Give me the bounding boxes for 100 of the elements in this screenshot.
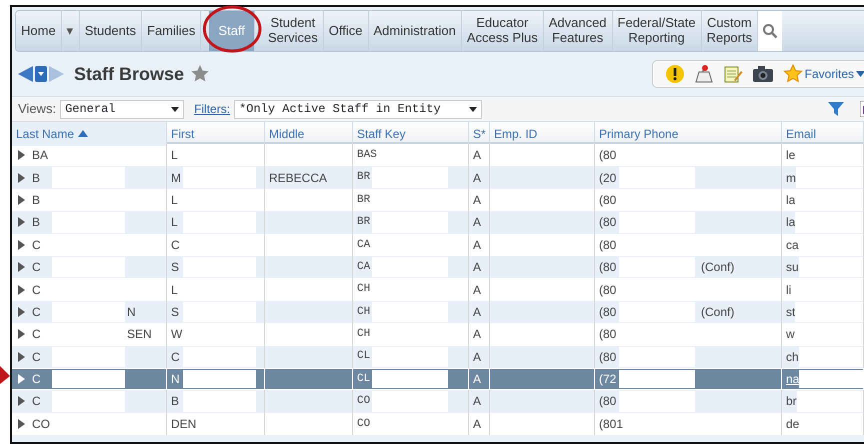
- expand-icon[interactable]: [18, 352, 25, 362]
- table-cell-text: CH: [357, 282, 372, 298]
- table-row[interactable]: B L BR A (80 la: [12, 188, 864, 212]
- table-cell-text: (80: [599, 259, 618, 276]
- column-header[interactable]: S*: [469, 122, 490, 146]
- expand-icon[interactable]: [18, 194, 25, 205]
- table-cell-text: REBECCA: [269, 170, 328, 187]
- table-cell-text: N: [171, 371, 181, 388]
- favorites-menu[interactable]: Favorites: [782, 64, 864, 84]
- table-row[interactable]: C SEN W CH A (80 w: [12, 323, 864, 346]
- table-cell-text: N: [127, 304, 136, 321]
- table-cell-text: BR: [357, 170, 372, 186]
- table-cell-text: BR: [357, 192, 372, 208]
- table-cell-text: (72: [599, 371, 618, 388]
- table-cell-text: CL: [357, 372, 372, 387]
- expand-icon[interactable]: [18, 284, 25, 295]
- column-header[interactable]: Primary Phone: [595, 122, 782, 146]
- table-cell-text: C: [32, 282, 42, 299]
- caret-icon: [856, 71, 864, 77]
- table-cell-text: C: [32, 348, 42, 366]
- notepad-icon[interactable]: [722, 64, 743, 84]
- table-cell-text: A: [473, 147, 482, 164]
- sort-ascending-icon[interactable]: [78, 130, 88, 137]
- table-cell-text: (80: [599, 348, 618, 366]
- table-cell-text: le: [786, 147, 796, 164]
- column-header[interactable]: Staff Key: [353, 122, 469, 146]
- table-cell-text: A: [473, 371, 482, 388]
- table-cell-text: (20: [599, 170, 618, 187]
- table-cell-text: L: [171, 282, 179, 299]
- table-row[interactable]: C L CH A (80 li: [12, 278, 864, 301]
- table-row[interactable]: C N CL A (72 na: [12, 368, 864, 390]
- column-header[interactable]: Middle: [265, 122, 353, 146]
- table-cell-text: CO: [32, 416, 50, 433]
- annotation-arrow: [0, 366, 10, 384]
- table-cell-text: CA: [357, 238, 372, 252]
- table-row[interactable]: B M REBECCA BR A (20 m: [12, 166, 864, 189]
- caret-icon: [171, 106, 180, 112]
- filter-dropdown[interactable]: *Only Active Staff in Entity: [234, 100, 482, 118]
- views-dropdown[interactable]: General: [60, 100, 184, 118]
- table-cell-text: L: [171, 214, 179, 232]
- expand-icon[interactable]: [18, 396, 25, 406]
- table-cell-text: L: [171, 192, 179, 209]
- expand-icon[interactable]: [18, 306, 25, 317]
- table-cell-text: L: [171, 147, 179, 164]
- expand-icon[interactable]: [18, 172, 25, 183]
- expand-icon[interactable]: [18, 374, 25, 384]
- table-cell-text: CA: [357, 260, 372, 275]
- table-cell-text: W: [171, 326, 183, 344]
- table-cell-text: A: [473, 192, 482, 209]
- table-cell-text: B: [32, 192, 42, 209]
- alert-icon[interactable]: [664, 64, 685, 84]
- star-icon[interactable]: [190, 64, 210, 84]
- table-cell-text: S: [171, 304, 180, 321]
- table-row[interactable]: C C CL A (80 ch: [12, 346, 864, 368]
- filters-link[interactable]: Filters:: [194, 100, 230, 118]
- email-link[interactable]: na: [786, 370, 800, 388]
- table-row[interactable]: C B CO A (80 br: [12, 390, 864, 413]
- table-cell-text: (80: [599, 192, 618, 209]
- expand-icon[interactable]: [18, 262, 25, 272]
- redaction-block: [799, 370, 863, 388]
- table-cell-text: (80: [599, 214, 618, 232]
- table-cell-text: BA: [32, 147, 48, 164]
- table-row[interactable]: B L BR A (80 la: [12, 211, 864, 234]
- table-cell-text: C: [32, 236, 42, 254]
- expand-icon[interactable]: [18, 150, 25, 160]
- table-cell-text: su: [786, 259, 799, 276]
- camera-icon[interactable]: [752, 64, 774, 84]
- back-arrow-icon[interactable]: [16, 64, 34, 84]
- history-dropdown-icon[interactable]: [34, 64, 48, 84]
- table-cell-text: CH: [357, 304, 372, 320]
- column-header[interactable]: Email: [782, 122, 864, 146]
- column-header[interactable]: Emp. ID: [490, 122, 595, 146]
- table-cell-text: A: [473, 348, 482, 366]
- table-cell-text: de: [786, 416, 800, 433]
- table-row[interactable]: C S CA A (80 (Conf) su: [12, 256, 864, 278]
- table-row[interactable]: C N S CH A (80 (Conf) st: [12, 300, 864, 324]
- page-title: Staff Browse: [74, 62, 184, 86]
- table-cell-text: CO: [357, 416, 372, 432]
- filter-icon[interactable]: [828, 102, 844, 116]
- table-row[interactable]: CO DEN CO A (801 de: [12, 412, 864, 436]
- column-header[interactable]: First: [167, 122, 265, 146]
- table-cell-text: C: [171, 236, 181, 254]
- table-cell-text: (80: [599, 147, 618, 164]
- table-cell-text: CO: [357, 394, 372, 410]
- expand-icon[interactable]: [18, 329, 25, 340]
- table-cell-text: A: [473, 259, 482, 276]
- expand-icon[interactable]: [18, 418, 25, 429]
- table-cell-text: C: [32, 393, 42, 410]
- table-cell-text: A: [473, 304, 482, 321]
- table-cell-text: SEN: [127, 326, 152, 344]
- expand-icon[interactable]: [18, 217, 25, 228]
- table-cell-text: C: [171, 348, 181, 366]
- table-cell-text: C: [32, 259, 42, 276]
- table-row[interactable]: C C CA A (80 ca: [12, 234, 864, 256]
- table-cell-text: w: [786, 326, 795, 344]
- expand-icon[interactable]: [18, 240, 25, 250]
- table-cell-text: (80: [599, 282, 618, 299]
- column-header[interactable]: Last Name: [12, 122, 167, 146]
- table-cell-text: (Conf): [701, 304, 734, 321]
- table-cell-text: CL: [357, 349, 372, 364]
